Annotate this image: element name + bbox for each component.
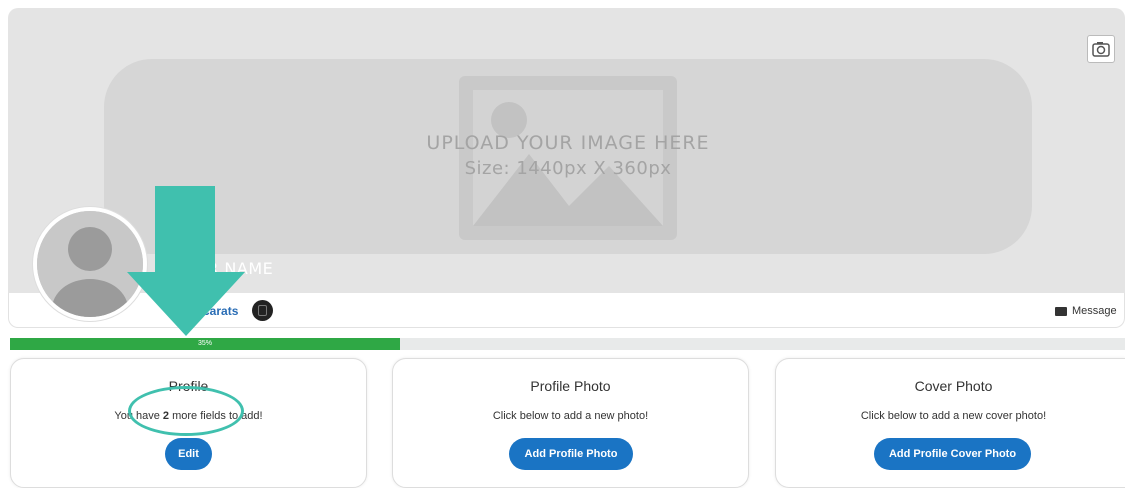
add-profile-photo-button[interactable]: Add Profile Photo — [509, 438, 633, 470]
phone-icon — [258, 305, 267, 316]
profile-photo-card-description: Click below to add a new photo! — [492, 410, 649, 422]
cover-photo-card-description: Click below to add a new cover photo! — [860, 410, 1047, 422]
change-cover-button[interactable] — [1087, 35, 1115, 63]
profile-photo-card-title: Profile Photo — [530, 378, 611, 394]
message-button[interactable]: Message — [1072, 305, 1117, 317]
add-cover-photo-button[interactable]: Add Profile Cover Photo — [874, 438, 1031, 470]
annotation-arrow-icon — [127, 186, 245, 336]
camera-icon — [1092, 42, 1110, 57]
edit-profile-button[interactable]: Edit — [165, 438, 212, 470]
upload-size-hint: Size: 1440px X 360px — [464, 158, 672, 179]
envelope-icon[interactable] — [1055, 307, 1067, 316]
progress-label: 35% — [197, 340, 212, 347]
cover-photo-card-title: Cover Photo — [914, 378, 993, 394]
upload-title: UPLOAD YOUR IMAGE HERE — [426, 132, 710, 154]
annotation-circle — [128, 386, 244, 436]
